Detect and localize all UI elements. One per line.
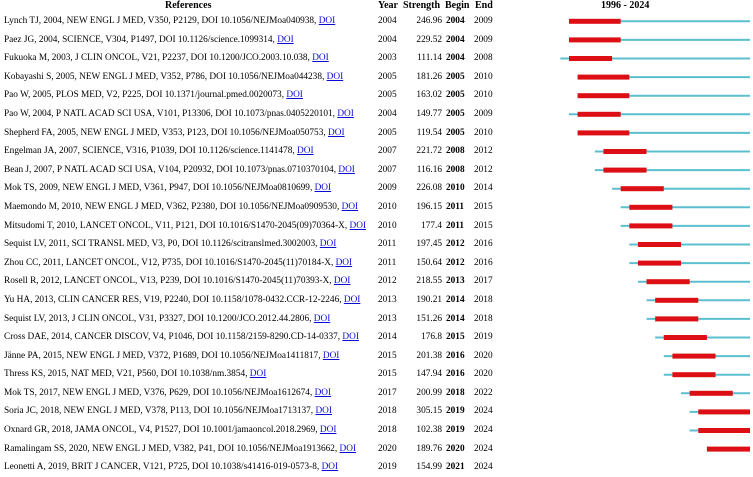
burst-bar	[672, 372, 716, 378]
burst-bar	[698, 409, 750, 415]
burst-bar	[603, 167, 647, 173]
header-end: End	[475, 0, 493, 11]
burst-bar	[577, 111, 621, 117]
burst-bar	[689, 390, 733, 396]
burst-timeline	[560, 18, 750, 452]
burst-bar	[663, 335, 707, 340]
citation-burst-table: References Year Strength Begin End 1996 …	[0, 0, 753, 472]
burst-bar	[672, 353, 716, 359]
burst-bar	[568, 18, 621, 24]
burst-bar	[629, 204, 673, 210]
header-references: References	[165, 0, 212, 11]
burst-bar	[698, 428, 750, 433]
burst-bar	[637, 242, 682, 247]
burst-bar	[706, 446, 750, 452]
burst-bar	[646, 279, 690, 285]
burst-bar	[655, 316, 699, 322]
header-strength: Strength	[403, 0, 441, 11]
burst-bar	[655, 297, 699, 303]
header-year: Year	[378, 0, 398, 11]
header-begin: Begin	[445, 0, 470, 11]
burst-bar	[577, 74, 630, 80]
header-timeline-range: 1996 - 2024	[601, 0, 650, 11]
burst-bar	[603, 149, 647, 154]
burst-bar	[577, 130, 630, 136]
burst-bar	[637, 260, 682, 266]
burst-bar	[620, 186, 664, 192]
burst-bar	[568, 37, 621, 43]
burst-bar	[629, 223, 673, 229]
burst-bar	[568, 56, 613, 61]
burst-bar	[577, 93, 630, 99]
